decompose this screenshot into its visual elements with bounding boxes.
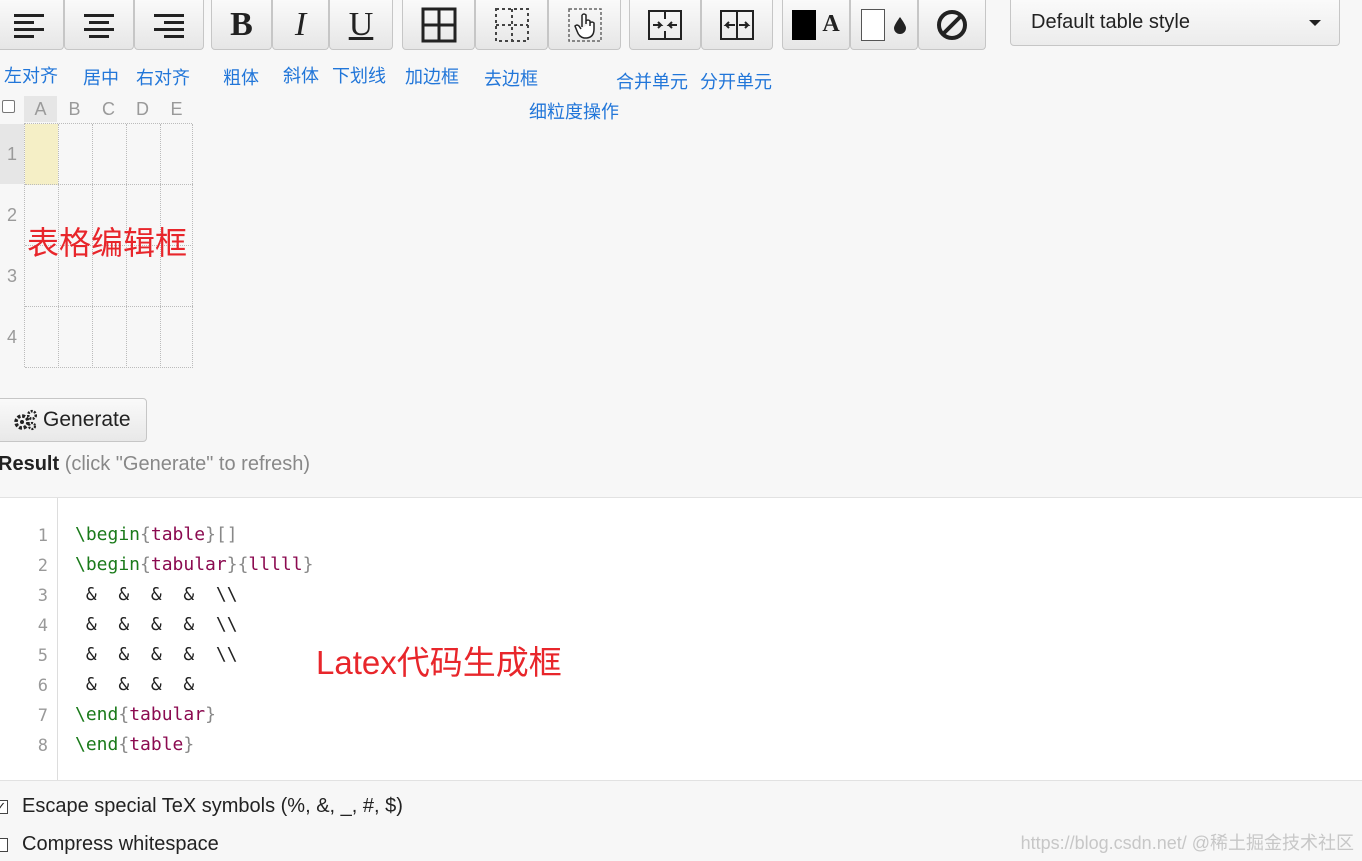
line-number: 8	[37, 736, 48, 756]
underline-annotation: 下划线	[332, 66, 386, 86]
clear-icon	[937, 9, 967, 40]
border-group	[402, 0, 621, 50]
background-color-button[interactable]	[850, 0, 918, 50]
column-header[interactable]: B	[58, 96, 91, 122]
no-borders-icon	[494, 7, 529, 42]
line-number: 5	[37, 646, 48, 666]
generate-button[interactable]: Generate	[0, 398, 147, 442]
code-line-2: \begin{tabular}{lllll}	[75, 554, 314, 575]
line-number: 4	[37, 616, 48, 636]
code-line-3: & & & & \\	[75, 584, 238, 605]
escape-label: Escape special TeX symbols (%, &, _, #, …	[22, 795, 403, 817]
color-swatch-black	[792, 9, 817, 40]
line-number: 3	[37, 586, 48, 606]
watermark: https://blog.csdn.net/ @稀土掘金技术社区	[1020, 833, 1354, 853]
text-color-icon: A	[822, 11, 840, 37]
add-border-button[interactable]	[402, 0, 475, 50]
align-center-icon	[84, 13, 114, 38]
compress-option[interactable]: Compress whitespace	[0, 833, 219, 856]
hand-pointer-icon	[567, 7, 602, 42]
remove-border-annotation: 去边框	[484, 69, 538, 89]
latex-output-annotation: Latex代码生成框	[316, 644, 562, 681]
compress-label: Compress whitespace	[22, 833, 219, 855]
code-line-4: & & & & \\	[75, 614, 238, 635]
escape-checkbox[interactable]: ✓	[0, 799, 8, 814]
column-header[interactable]: C	[92, 96, 125, 122]
text-style-group: B I U	[211, 0, 393, 50]
row-header[interactable]: 3	[0, 246, 24, 306]
bold-annotation: 粗体	[223, 68, 259, 88]
code-line-6: & & & &	[75, 674, 195, 695]
row-header[interactable]: 2	[0, 185, 24, 245]
align-center-annotation: 居中	[83, 68, 119, 88]
column-header[interactable]: D	[126, 96, 159, 122]
italic-button[interactable]: I	[272, 0, 329, 50]
align-right-icon	[154, 13, 184, 38]
result-hint: (click "Generate" to refresh)	[64, 453, 311, 475]
add-border-annotation: 加边框	[405, 67, 459, 87]
align-left-button[interactable]	[0, 0, 64, 50]
latex-output-editor[interactable]: 1 2 3 4 5 6 7 8 \begin{table}[] \begin{tabular}…	[0, 497, 1362, 781]
color-group: A	[782, 0, 986, 50]
generate-label: Generate	[43, 408, 131, 431]
table-style-select[interactable]: Default table style	[1010, 0, 1340, 46]
result-header: Result (click "Generate" to refresh)	[0, 453, 310, 476]
italic-annotation: 斜体	[283, 66, 319, 86]
code-line-7: \end{tabular}	[75, 704, 216, 725]
split-cells-icon	[720, 9, 754, 40]
line-number: 6	[37, 676, 48, 696]
line-number-gutter: 1 2 3 4 5 6 7 8	[0, 498, 58, 780]
column-header[interactable]: A	[24, 96, 57, 122]
table-style-value: Default table style	[1031, 11, 1190, 33]
split-cells-button[interactable]	[701, 0, 773, 50]
merge-group	[629, 0, 773, 50]
select-all-checkbox[interactable]	[2, 100, 15, 113]
line-number: 1	[37, 526, 48, 546]
line-number: 7	[37, 706, 48, 726]
color-swatch-white	[861, 8, 885, 41]
selected-cell-a1[interactable]	[25, 124, 58, 185]
result-title: Result	[0, 453, 60, 475]
table-editor-annotation: 表格编辑框	[27, 225, 188, 261]
align-center-button[interactable]	[64, 0, 134, 50]
alignment-group	[0, 0, 204, 50]
align-right-annotation: 右对齐	[136, 68, 190, 88]
remove-border-button[interactable]	[475, 0, 548, 50]
chevron-down-icon	[1309, 20, 1321, 26]
merge-cells-icon	[648, 9, 682, 40]
column-header[interactable]: E	[160, 96, 193, 122]
merge-annotation: 合并单元	[616, 72, 688, 92]
code-line-1: \begin{table}[]	[75, 524, 238, 545]
row-header[interactable]: 4	[0, 307, 24, 367]
clear-format-button[interactable]	[918, 0, 986, 50]
merge-cells-button[interactable]	[629, 0, 701, 50]
align-left-annotation: 左对齐	[4, 66, 58, 86]
gears-icon	[14, 409, 37, 431]
text-color-button[interactable]: A	[782, 0, 850, 50]
line-number: 2	[37, 556, 48, 576]
fine-border-button[interactable]	[548, 0, 621, 50]
code-line-8: \end{table}	[75, 734, 195, 755]
bold-button[interactable]: B	[211, 0, 272, 50]
fine-grain-annotation: 细粒度操作	[529, 102, 619, 122]
compress-checkbox[interactable]	[0, 837, 8, 852]
all-borders-icon	[421, 7, 456, 42]
escape-option[interactable]: ✓ Escape special TeX symbols (%, &, _, #…	[0, 795, 403, 818]
align-left-icon	[14, 13, 44, 38]
split-annotation: 分开单元	[700, 72, 772, 92]
align-right-button[interactable]	[134, 0, 204, 50]
code-line-5: & & & & \\	[75, 644, 238, 665]
row-header[interactable]: 1	[0, 124, 24, 184]
fill-drop-icon	[894, 16, 906, 34]
underline-button[interactable]: U	[329, 0, 393, 50]
